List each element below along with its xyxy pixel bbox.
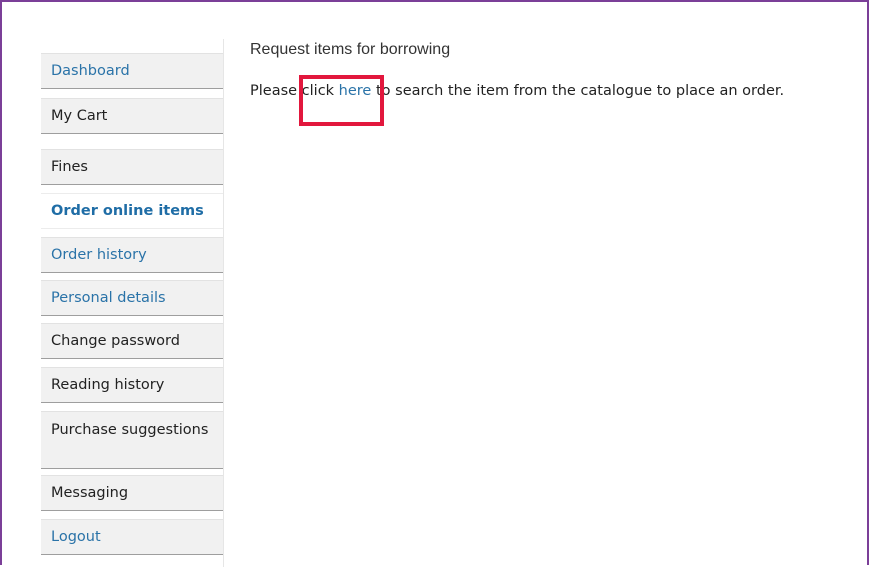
sidebar-item-change-password[interactable]: Change password [41,323,223,359]
sidebar-item-personal-details[interactable]: Personal details [41,280,223,316]
order-instructions: Please click here to search the item fro… [250,81,784,101]
sidebar-item-my-cart[interactable]: My Cart [41,98,223,134]
page-title: Request items for borrowing [250,41,451,58]
sidebar-item-purchase-suggestions[interactable]: Purchase suggestions [41,411,223,469]
main-content: Request items for borrowing Please click… [250,40,850,99]
catalogue-search-link[interactable]: here [339,83,372,99]
sidebar-item-order-history[interactable]: Order history [41,237,223,273]
sidebar-item-dashboard[interactable]: Dashboard [41,53,223,89]
instruction-text-before: Please click [250,83,339,99]
sidebar-divider [223,39,224,567]
page-frame: Dashboard My Cart Fines Order online ite… [0,0,869,567]
sidebar-item-logout[interactable]: Logout [41,519,223,555]
sidebar-item-reading-history[interactable]: Reading history [41,367,223,403]
instruction-text-after: to search the item from the catalogue to… [371,83,785,99]
sidebar-item-fines[interactable]: Fines [41,149,223,185]
sidebar-item-messaging[interactable]: Messaging [41,475,223,511]
sidebar-item-order-online-items[interactable]: Order online items [41,193,223,229]
